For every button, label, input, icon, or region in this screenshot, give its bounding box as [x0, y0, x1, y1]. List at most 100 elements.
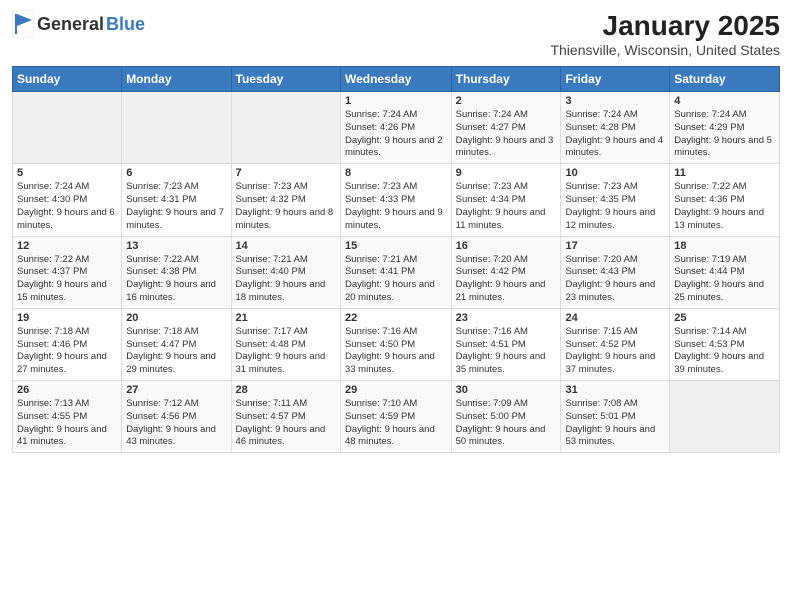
table-row: 1 Sunrise: 7:24 AM Sunset: 4:26 PM Daylig…: [340, 92, 451, 164]
table-row: 27 Sunrise: 7:12 AM Sunset: 4:56 PM Dayli…: [122, 381, 231, 453]
logo-text: General Blue: [37, 14, 145, 35]
logo-general-text: General: [37, 14, 104, 35]
day-info: Sunrise: 7:22 AM Sunset: 4:36 PM Dayligh…: [674, 181, 775, 232]
day-number: 1: [345, 95, 447, 107]
table-row: 19 Sunrise: 7:18 AM Sunset: 4:46 PM Dayli…: [13, 308, 122, 380]
day-info: Sunrise: 7:24 AM Sunset: 4:26 PM Dayligh…: [345, 109, 447, 160]
day-number: 23: [456, 312, 557, 324]
day-number: 31: [565, 384, 665, 396]
day-number: 5: [17, 167, 117, 179]
day-info: Sunrise: 7:18 AM Sunset: 4:47 PM Dayligh…: [126, 326, 226, 377]
header-friday: Friday: [561, 67, 670, 92]
logo-blue-text: Blue: [106, 14, 145, 35]
day-number: 13: [126, 240, 226, 252]
table-row: 15Sunrise: 7:21 AM Sunset: 4:41 PM Dayli…: [340, 236, 451, 308]
day-number: 29: [345, 384, 447, 396]
table-row: 25 Sunrise: 7:14 AM Sunset: 4:53 PM Dayli…: [670, 308, 780, 380]
day-info: Sunrise: 7:24 AM Sunset: 4:29 PM Dayligh…: [674, 109, 775, 160]
day-number: 25: [674, 312, 775, 324]
day-info: Sunrise: 7:08 AM Sunset: 5:01 PM Dayligh…: [565, 398, 665, 449]
page-header: General Blue January 2025 Thiensville, W…: [12, 10, 780, 58]
table-row: 24Sunrise: 7:15 AM Sunset: 4:52 PM Dayli…: [561, 308, 670, 380]
table-row: 22Sunrise: 7:16 AM Sunset: 4:50 PM Dayli…: [340, 308, 451, 380]
table-row: 28 Sunrise: 7:11 AM Sunset: 4:57 PM Dayli…: [231, 381, 340, 453]
table-row: 7Sunrise: 7:23 AM Sunset: 4:32 PM Daylig…: [231, 164, 340, 236]
day-info: Sunrise: 7:17 AM Sunset: 4:48 PM Dayligh…: [236, 326, 336, 377]
logo: General Blue: [12, 10, 145, 38]
calendar-week-row: 1 Sunrise: 7:24 AM Sunset: 4:26 PM Daylig…: [13, 92, 780, 164]
table-row: 4 Sunrise: 7:24 AM Sunset: 4:29 PM Daylig…: [670, 92, 780, 164]
table-row: 5 Sunrise: 7:24 AM Sunset: 4:30 PM Daylig…: [13, 164, 122, 236]
calendar-title: January 2025: [550, 10, 780, 42]
table-row: 10 Sunrise: 7:23 AM Sunset: 4:35 PM Dayli…: [561, 164, 670, 236]
table-row: 31 Sunrise: 7:08 AM Sunset: 5:01 PM Dayli…: [561, 381, 670, 453]
table-row: 20 Sunrise: 7:18 AM Sunset: 4:47 PM Dayli…: [122, 308, 231, 380]
day-number: 17: [565, 240, 665, 252]
day-info: Sunrise: 7:11 AM Sunset: 4:57 PM Dayligh…: [236, 398, 336, 449]
day-number: 28: [236, 384, 336, 396]
table-row: 30Sunrise: 7:09 AM Sunset: 5:00 PM Dayli…: [451, 381, 561, 453]
header-wednesday: Wednesday: [340, 67, 451, 92]
table-row: 9 Sunrise: 7:23 AM Sunset: 4:34 PM Daylig…: [451, 164, 561, 236]
day-info: Sunrise: 7:23 AM Sunset: 4:34 PM Dayligh…: [456, 181, 557, 232]
day-info: Sunrise: 7:16 AM Sunset: 4:51 PM Dayligh…: [456, 326, 557, 377]
header-saturday: Saturday: [670, 67, 780, 92]
table-row: [13, 92, 122, 164]
calendar-week-row: 26Sunrise: 7:13 AM Sunset: 4:55 PM Dayli…: [13, 381, 780, 453]
calendar-week-row: 12Sunrise: 7:22 AM Sunset: 4:37 PM Dayli…: [13, 236, 780, 308]
table-row: 14Sunrise: 7:21 AM Sunset: 4:40 PM Dayli…: [231, 236, 340, 308]
day-number: 21: [236, 312, 336, 324]
table-row: 26Sunrise: 7:13 AM Sunset: 4:55 PM Dayli…: [13, 381, 122, 453]
day-info: Sunrise: 7:12 AM Sunset: 4:56 PM Dayligh…: [126, 398, 226, 449]
table-row: [231, 92, 340, 164]
day-number: 18: [674, 240, 775, 252]
day-number: 15: [345, 240, 447, 252]
table-row: 8Sunrise: 7:23 AM Sunset: 4:33 PM Daylig…: [340, 164, 451, 236]
day-info: Sunrise: 7:21 AM Sunset: 4:40 PM Dayligh…: [236, 254, 336, 305]
header-sunday: Sunday: [13, 67, 122, 92]
title-block: January 2025 Thiensville, Wisconsin, Uni…: [550, 10, 780, 58]
table-row: 29 Sunrise: 7:10 AM Sunset: 4:59 PM Dayli…: [340, 381, 451, 453]
day-number: 20: [126, 312, 226, 324]
day-number: 8: [345, 167, 447, 179]
calendar-table: Sunday Monday Tuesday Wednesday Thursday…: [12, 66, 780, 453]
day-number: 9: [456, 167, 557, 179]
day-number: 19: [17, 312, 117, 324]
day-number: 6: [126, 167, 226, 179]
table-row: 17Sunrise: 7:20 AM Sunset: 4:43 PM Dayli…: [561, 236, 670, 308]
day-number: 7: [236, 167, 336, 179]
calendar-subtitle: Thiensville, Wisconsin, United States: [550, 42, 780, 58]
day-number: 16: [456, 240, 557, 252]
day-info: Sunrise: 7:22 AM Sunset: 4:38 PM Dayligh…: [126, 254, 226, 305]
page-container: General Blue January 2025 Thiensville, W…: [0, 0, 792, 461]
table-row: 13 Sunrise: 7:22 AM Sunset: 4:38 PM Dayli…: [122, 236, 231, 308]
table-row: 3Sunrise: 7:24 AM Sunset: 4:28 PM Daylig…: [561, 92, 670, 164]
day-info: Sunrise: 7:24 AM Sunset: 4:30 PM Dayligh…: [17, 181, 117, 232]
header-thursday: Thursday: [451, 67, 561, 92]
calendar-week-row: 19 Sunrise: 7:18 AM Sunset: 4:46 PM Dayli…: [13, 308, 780, 380]
logo-icon: [12, 10, 34, 38]
table-row: [122, 92, 231, 164]
day-info: Sunrise: 7:14 AM Sunset: 4:53 PM Dayligh…: [674, 326, 775, 377]
weekday-header-row: Sunday Monday Tuesday Wednesday Thursday…: [13, 67, 780, 92]
table-row: 12Sunrise: 7:22 AM Sunset: 4:37 PM Dayli…: [13, 236, 122, 308]
day-number: 4: [674, 95, 775, 107]
day-info: Sunrise: 7:23 AM Sunset: 4:35 PM Dayligh…: [565, 181, 665, 232]
day-number: 22: [345, 312, 447, 324]
table-row: 18Sunrise: 7:19 AM Sunset: 4:44 PM Dayli…: [670, 236, 780, 308]
day-number: 27: [126, 384, 226, 396]
day-info: Sunrise: 7:18 AM Sunset: 4:46 PM Dayligh…: [17, 326, 117, 377]
day-number: 30: [456, 384, 557, 396]
day-number: 10: [565, 167, 665, 179]
day-info: Sunrise: 7:20 AM Sunset: 4:42 PM Dayligh…: [456, 254, 557, 305]
table-row: [670, 381, 780, 453]
day-number: 2: [456, 95, 557, 107]
header-monday: Monday: [122, 67, 231, 92]
day-info: Sunrise: 7:22 AM Sunset: 4:37 PM Dayligh…: [17, 254, 117, 305]
day-info: Sunrise: 7:10 AM Sunset: 4:59 PM Dayligh…: [345, 398, 447, 449]
table-row: 6Sunrise: 7:23 AM Sunset: 4:31 PM Daylig…: [122, 164, 231, 236]
day-number: 24: [565, 312, 665, 324]
day-info: Sunrise: 7:24 AM Sunset: 4:27 PM Dayligh…: [456, 109, 557, 160]
day-info: Sunrise: 7:24 AM Sunset: 4:28 PM Dayligh…: [565, 109, 665, 160]
table-row: 11Sunrise: 7:22 AM Sunset: 4:36 PM Dayli…: [670, 164, 780, 236]
